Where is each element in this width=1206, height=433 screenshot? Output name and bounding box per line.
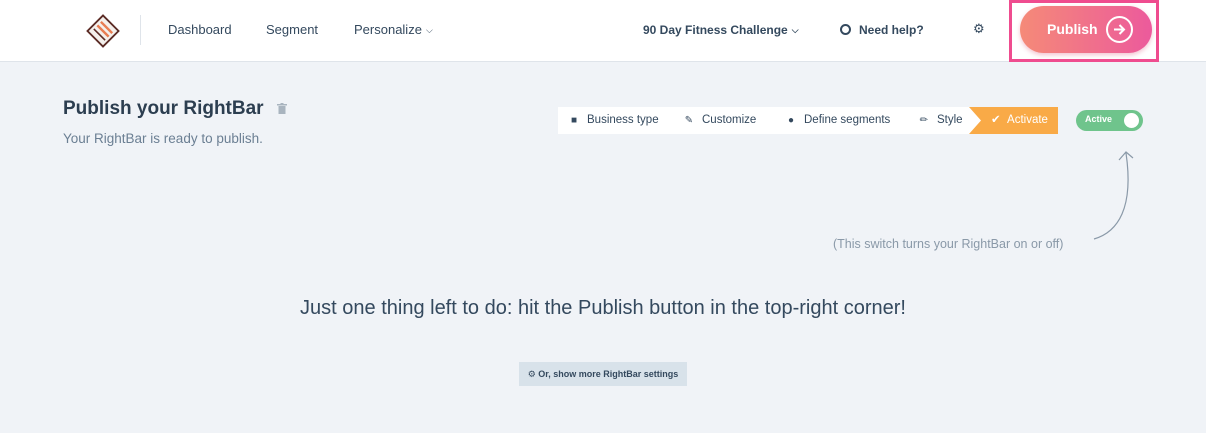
lifebuoy-icon <box>840 24 851 35</box>
page-subtitle: Your RightBar is ready to publish. <box>63 131 263 146</box>
users-icon: ● <box>787 115 795 126</box>
publish-instruction: Just one thing left to do: hit the Publi… <box>300 297 906 319</box>
step-label: Business type <box>587 114 659 126</box>
page-title: Publish your RightBar <box>63 98 264 119</box>
toggle-knob <box>1124 113 1139 128</box>
project-name: 90 Day Fitness Challenge <box>643 23 788 37</box>
step-style[interactable]: ✏ Style <box>917 107 963 134</box>
step-define-segments[interactable]: ● Define segments <box>784 107 890 134</box>
pencil-icon: ✎ <box>684 115 694 126</box>
step-label: Customize <box>702 114 757 126</box>
nav-personalize-label: Personalize <box>354 22 422 37</box>
step-label: Style <box>937 114 963 126</box>
step-label: Define segments <box>804 114 891 126</box>
publish-button[interactable]: Publish <box>1020 6 1152 53</box>
publish-label: Publish <box>1047 21 1098 37</box>
check-icon: ✔ <box>991 114 1001 126</box>
project-selector[interactable]: 90 Day Fitness Challenge ⌵ <box>643 23 799 37</box>
curved-arrow-icon <box>1093 151 1134 240</box>
step-business-type[interactable]: ■ Business type <box>567 107 659 134</box>
brush-icon: ✏ <box>919 115 929 126</box>
nav-dashboard-link[interactable]: Dashboard <box>168 22 232 37</box>
more-settings-label: Or, show more RightBar settings <box>538 369 679 379</box>
nav-personalize-menu[interactable]: Personalize ⌵ <box>354 22 433 37</box>
help-label: Need help? <box>859 23 924 37</box>
step-activate[interactable]: ✔ Activate <box>969 107 1058 134</box>
settings-gear-icon[interactable]: ⚙ <box>973 21 985 37</box>
help-link[interactable]: Need help? <box>840 23 924 37</box>
gear-icon: ⚙ <box>527 369 536 379</box>
rightbar-logo-icon[interactable] <box>86 14 120 48</box>
chevron-down-icon: ⌵ <box>425 25 433 35</box>
toggle-label: Active <box>1085 114 1113 124</box>
nav-segment-link[interactable]: Segment <box>266 22 318 37</box>
step-customize[interactable]: ✎ Customize <box>682 107 757 134</box>
active-toggle[interactable]: Active <box>1076 110 1143 131</box>
chevron-down-icon: ⌵ <box>791 25 799 35</box>
briefcase-icon: ■ <box>570 115 578 126</box>
trash-icon[interactable] <box>277 103 287 114</box>
setup-steps: ■ Business type ✎ Customize ● Define segmen… <box>558 107 1058 134</box>
arrow-right-circle-icon <box>1106 16 1133 43</box>
step-label: Activate <box>1007 114 1048 126</box>
show-more-settings-button[interactable]: ⚙ Or, show more RightBar settings <box>519 362 687 386</box>
nav-divider <box>140 15 141 45</box>
toggle-hint: (This switch turns your RightBar on or o… <box>833 237 1064 251</box>
